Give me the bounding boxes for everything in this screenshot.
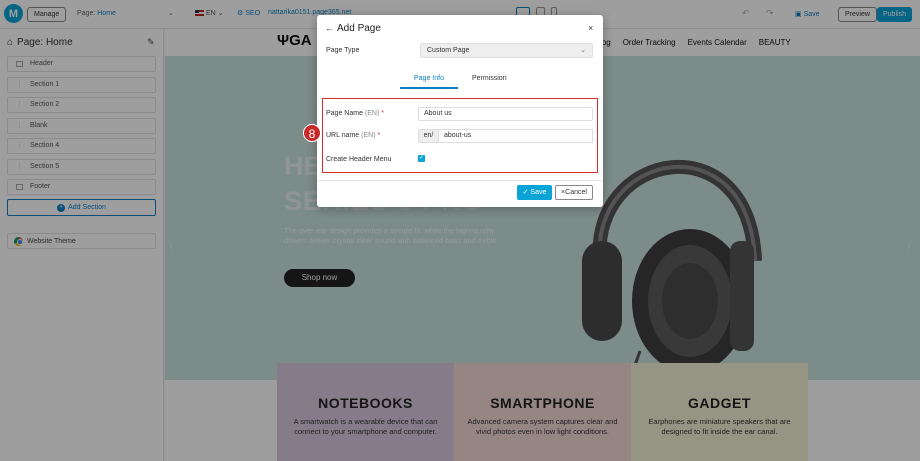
- url-name-label: URL name (EN) *: [326, 132, 381, 139]
- header-menu-checkbox[interactable]: ✓: [418, 155, 425, 162]
- divider: [317, 180, 603, 181]
- check-icon: ✓: [522, 189, 529, 196]
- url-prefix: en/: [418, 129, 439, 143]
- page-type-select[interactable]: Custom Page ⌄: [420, 43, 593, 58]
- url-name-field[interactable]: about-us: [439, 129, 593, 143]
- close-icon[interactable]: ×: [588, 23, 593, 33]
- chevron-down-icon: ⌄: [580, 47, 586, 54]
- page-type-value: Custom Page: [427, 47, 470, 54]
- tab-page-info[interactable]: Page Info: [400, 71, 458, 89]
- dialog-title: Add Page: [337, 23, 381, 34]
- page-name-label: Page Name (EN) *: [326, 110, 384, 117]
- page-type-label: Page Type: [326, 47, 360, 54]
- back-arrow-icon[interactable]: ←: [325, 23, 334, 33]
- dialog-cancel-button[interactable]: ×Cancel: [555, 185, 593, 200]
- add-page-dialog: ← Add Page × Page Type Custom Page ⌄ Pag…: [317, 15, 603, 207]
- step-badge: 8: [303, 124, 321, 142]
- page-name-field[interactable]: About us: [418, 107, 593, 121]
- dialog-tabs: Page Info Permission: [400, 71, 521, 89]
- header-menu-label: Create Header Menu: [326, 156, 392, 163]
- dialog-save-button[interactable]: ✓ Save: [517, 185, 552, 200]
- tab-permission[interactable]: Permission: [458, 71, 521, 89]
